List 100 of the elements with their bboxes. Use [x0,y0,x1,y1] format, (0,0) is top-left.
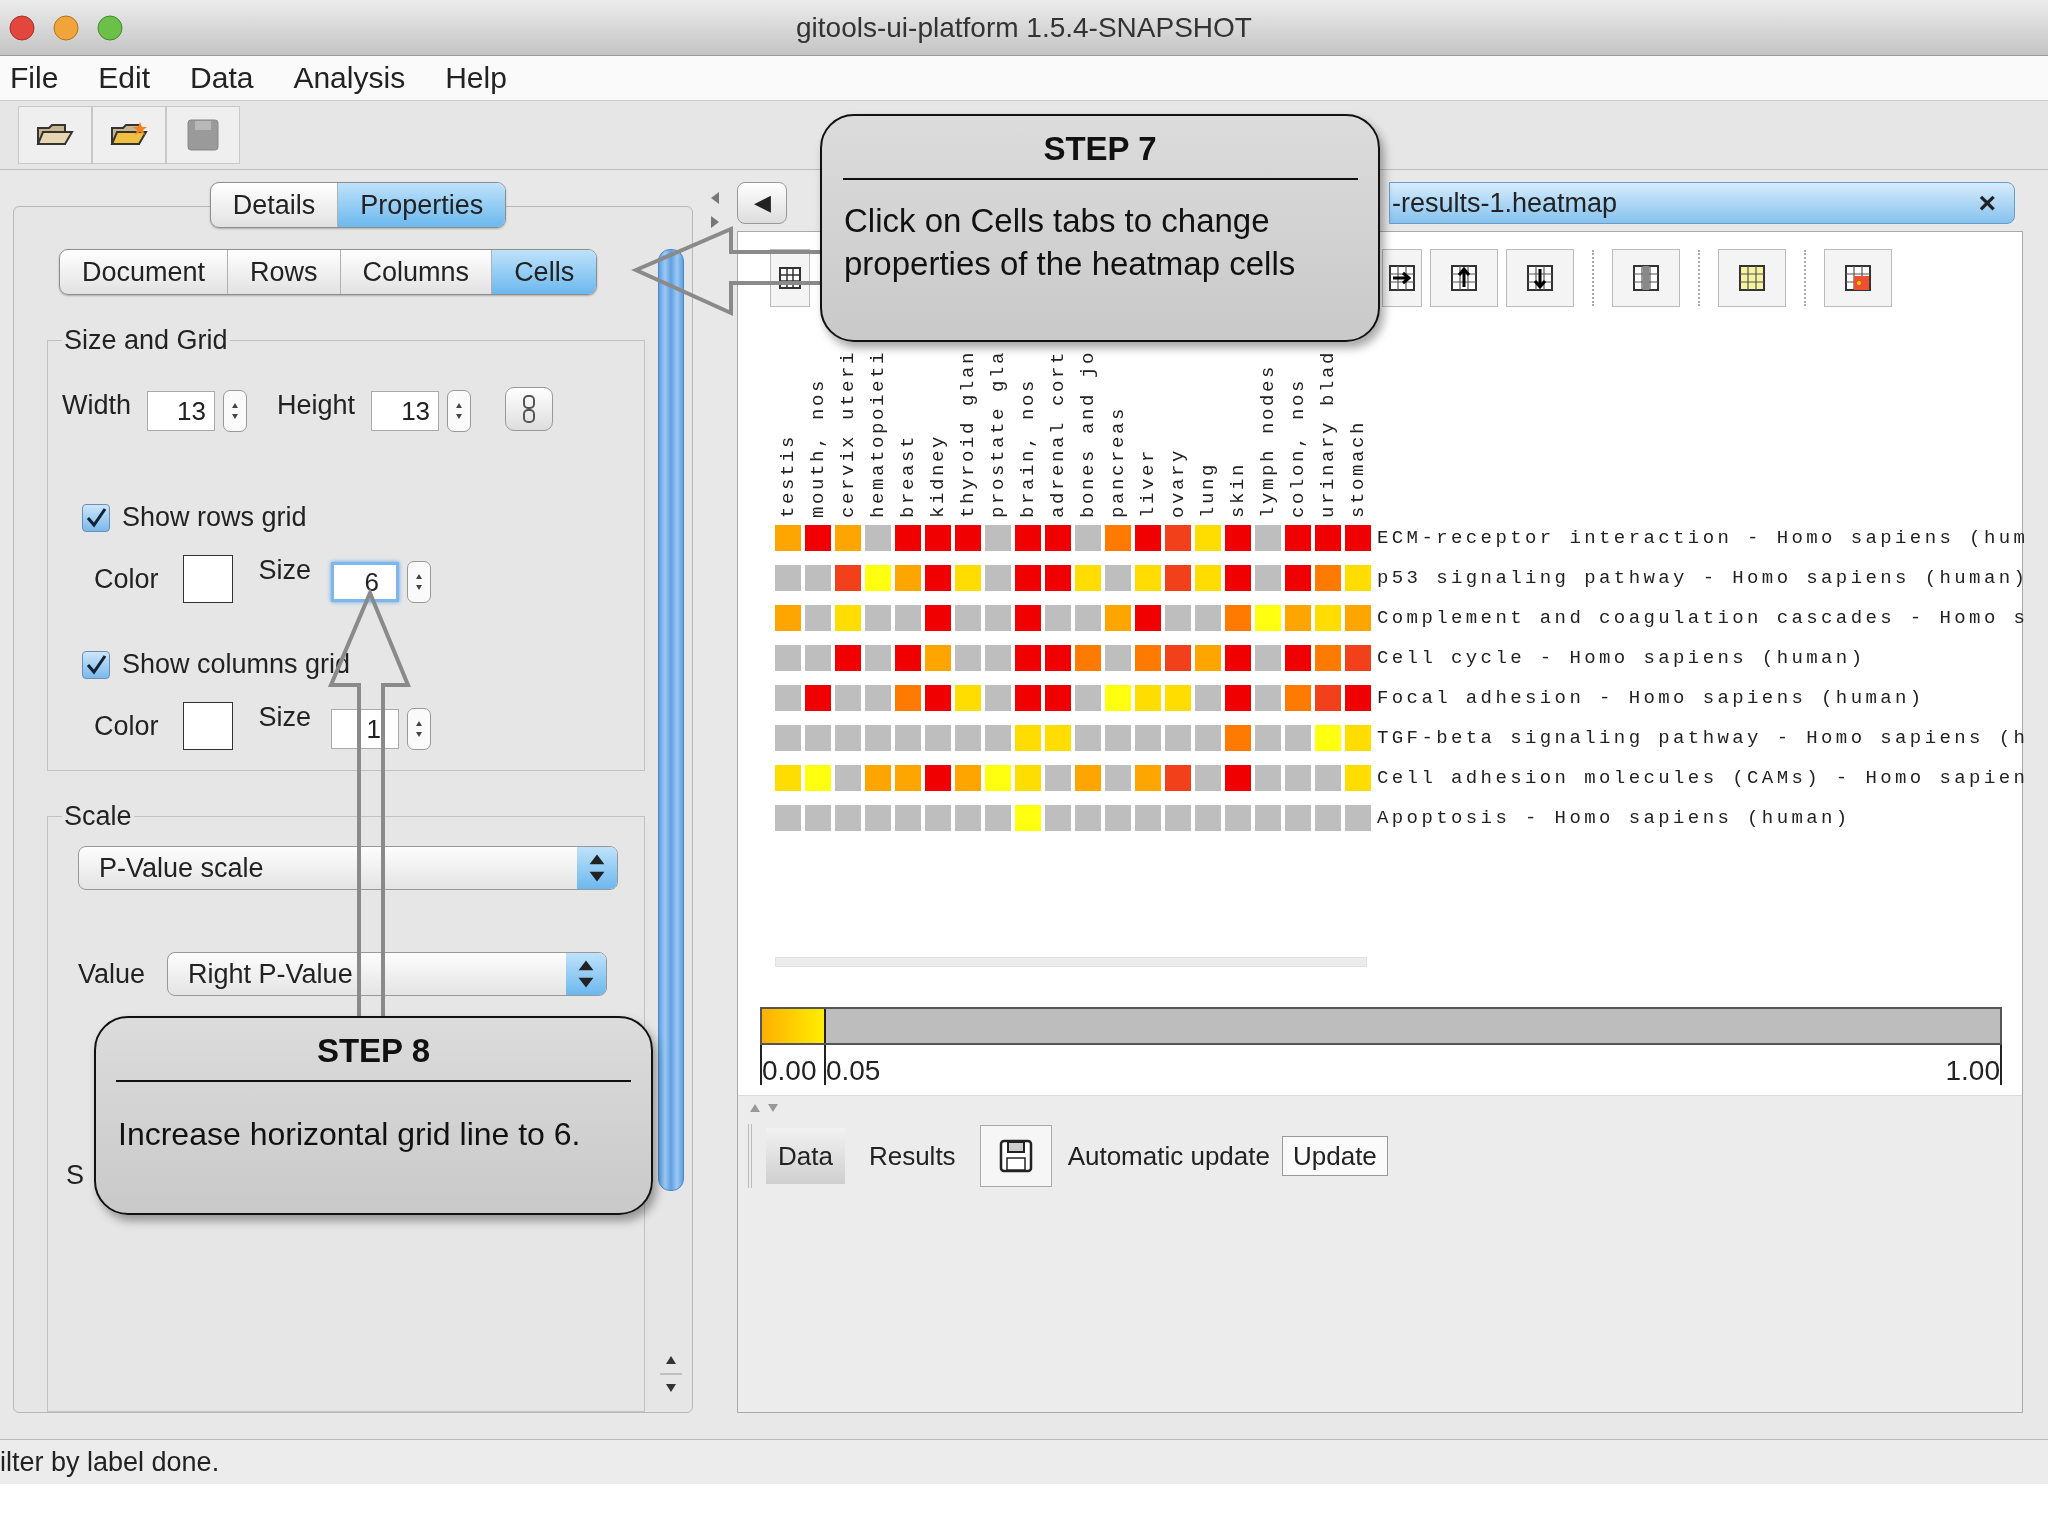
toolbar-button[interactable] [1824,249,1892,307]
toolbar-button[interactable] [1382,249,1422,307]
row-label: Cell cycle - Homo sapiens (human) [1377,647,1866,669]
scale-label: 1.00 [1945,1057,2000,1085]
chain-link-icon [522,394,537,424]
dropdown-arrows-icon [577,847,617,889]
column-header: stomach [1347,420,1369,518]
spinner-button[interactable] [447,390,472,432]
spinner-button[interactable] [407,561,432,603]
column-header: brain, nos [1017,377,1039,518]
group-title: Scale [63,801,133,832]
grid-column-icon [1631,263,1661,293]
save-button[interactable] [979,1125,1052,1187]
callout-title: STEP 7 [1043,130,1157,168]
toolbar-button[interactable] [1718,249,1786,307]
minimize-button[interactable] [53,14,79,41]
scale-label: 0.00 [762,1057,817,1085]
tab[interactable]: Data [766,1128,845,1184]
width-field[interactable]: 13 [147,391,216,431]
column-header: pancreas [1107,406,1129,518]
row-label: Cell adhesion molecules (CAMs) - Homo sapien [1377,767,2029,789]
column-header: hematopoieti [867,349,889,518]
tab-label: -results-1.heatmap [1392,187,1619,219]
spinner-button[interactable] [223,390,248,432]
scale-dropdown[interactable]: P-Value scale [78,846,618,890]
update-button[interactable]: Update [1282,1136,1388,1176]
link-button[interactable] [505,387,554,431]
column-header: adrenal cort [1047,349,1069,518]
splitter-arrows-icon[interactable] [709,190,721,230]
automatic-update-label: Automatic update [1067,1140,1270,1172]
width-label: Width [62,389,132,421]
toolbar-button[interactable] [1612,249,1680,307]
row-label: Complement and coagulation cascades - Homo s [1377,607,2029,629]
close-button[interactable] [9,14,35,41]
grid-highlight-icon [1737,263,1767,293]
scale-label: 0.05 [825,1057,881,1085]
close-tab-button[interactable]: × [1974,186,2000,220]
toolbar-button[interactable] [1506,249,1574,307]
value-dropdown[interactable]: Right P-Value [167,952,608,996]
grid-right-arrow-icon [1387,263,1417,293]
column-header: liver [1137,448,1159,518]
callout-text: Increase horizontal grid line to 6. [117,1115,581,1154]
group-title: Size and Grid [63,325,229,356]
tab[interactable]: Document [60,250,229,294]
grid-up-arrow-icon [1449,263,1479,293]
horizontal-scrollbar[interactable] [775,957,1367,967]
spinner-button[interactable] [407,708,432,750]
toolbar-button[interactable] [92,106,166,164]
callout-text: Click on Cells tabs to change properties of the heatmap cells [843,201,1297,284]
column-header: kidney [927,434,949,518]
color-label: Color [94,710,159,742]
column-header: cervix uteri [837,349,859,518]
status-text: ilter by label done. [0,1446,220,1478]
checkbox[interactable] [82,503,110,532]
size-label: Size [258,702,312,733]
document-tab[interactable]: -results-1.heatmap × [1389,182,2015,224]
size-field[interactable]: 6 [331,562,400,602]
column-header: bones and jo [1077,349,1099,518]
tab[interactable]: Cells [492,250,597,294]
column-header: lung [1197,462,1219,518]
tab[interactable]: Properties [338,183,506,227]
menu-item[interactable]: Help [445,61,507,95]
menu-item[interactable]: Data [190,61,254,95]
column-header: skin [1227,462,1249,518]
column-header: thyroid glan [957,349,979,518]
row-label: ECM-receptor interaction - Homo sapiens (hum [1377,527,2029,549]
value-label: Value [78,958,146,990]
row-label: TGF-beta signaling pathway - Homo sapiens (h [1377,727,2029,749]
height-field[interactable]: 13 [371,391,440,431]
zoom-button[interactable] [97,14,123,41]
previous-tab-button[interactable]: ◀ [737,182,787,224]
row-label: p53 signaling pathway - Homo sapiens (human) [1377,567,2029,589]
tab[interactable]: Results [856,1128,968,1184]
grid-down-arrow-icon [1525,263,1555,293]
column-header: breast [897,434,919,518]
field-label: S [66,1160,84,1191]
checkbox-label: Show rows grid [122,502,307,533]
menu-item[interactable]: Analysis [293,61,406,95]
menu-item[interactable]: File [10,61,59,95]
column-header: urinary blad [1317,349,1339,518]
column-header: colon, nos [1287,377,1309,518]
scrollbar-thumb[interactable] [658,249,684,1191]
color-swatch[interactable] [182,702,233,750]
column-header: prostate gla [987,349,1009,518]
toolbar-button[interactable] [18,106,92,164]
window-title: gitools-ui-platform 1.5.4-SNAPSHOT [796,11,1252,44]
grid-paint-icon [1843,263,1873,293]
dropdown-arrows-icon [566,953,607,995]
toolbar-button[interactable] [1430,249,1498,307]
checkbox[interactable] [82,650,110,679]
tab[interactable]: Rows [228,250,341,294]
color-label: Color [94,563,159,595]
column-header: ovary [1167,448,1189,518]
column-header: lymph nodes [1257,363,1279,518]
row-label: Apoptosis - Homo sapiens (human) [1377,807,1851,829]
height-label: Height [277,389,356,421]
color-swatch[interactable] [182,555,233,603]
column-header: mouth, nos [807,377,829,518]
callout-title: STEP 8 [316,1032,431,1070]
menu-item[interactable]: Edit [98,61,151,95]
